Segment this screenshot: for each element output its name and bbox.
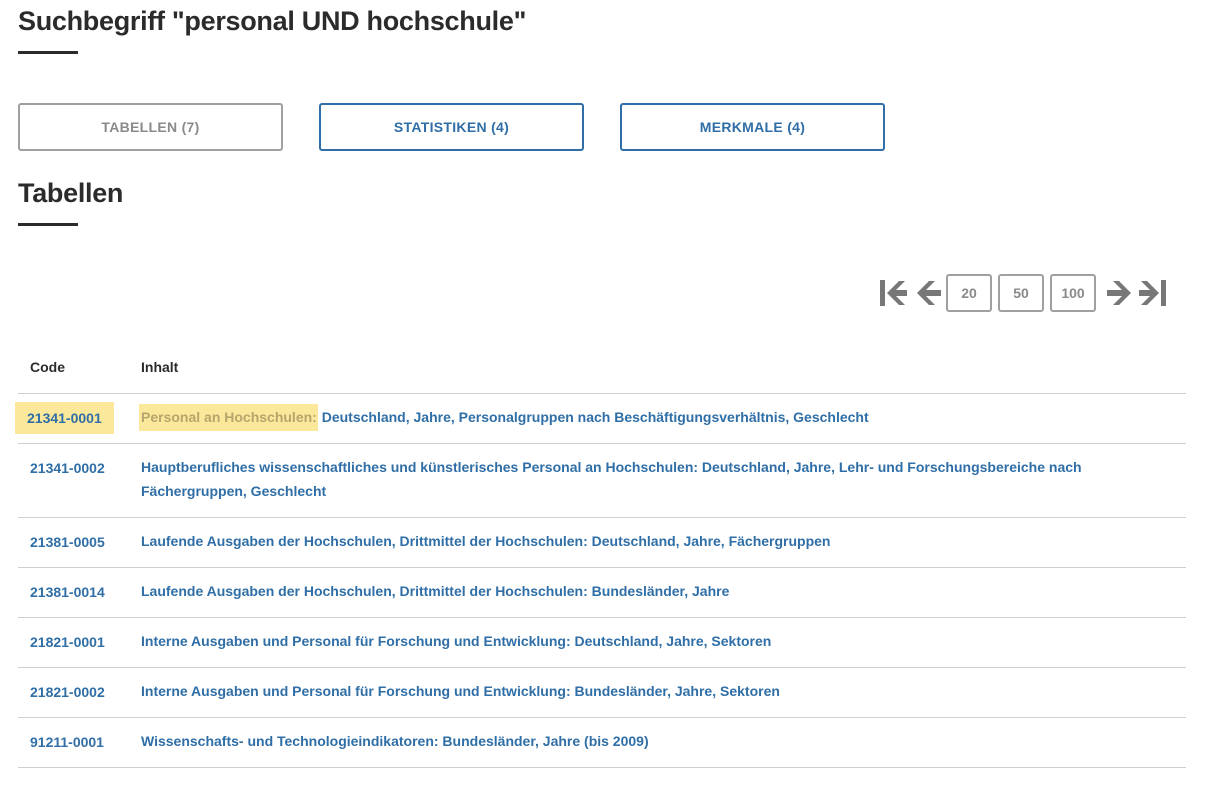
column-header-inhalt: Inhalt [141, 359, 179, 375]
last-page-icon[interactable] [1138, 274, 1170, 312]
page-size-100[interactable]: 100 [1050, 274, 1096, 312]
table-row[interactable]: 21341-0002 Hauptberufliches wissenschaft… [18, 444, 1186, 518]
row-content-rest: Deutschland, Jahre, Personalgruppen nach… [317, 409, 869, 425]
row-code[interactable]: 21381-0005 [30, 534, 105, 550]
row-content[interactable]: Laufende Ausgaben der Hochschulen, Dritt… [141, 529, 1161, 553]
row-code[interactable]: 21341-0002 [30, 460, 105, 476]
previous-page-icon[interactable] [914, 274, 946, 312]
first-page-icon[interactable] [876, 274, 908, 312]
row-code[interactable]: 21821-0001 [30, 634, 105, 650]
row-content[interactable]: Laufende Ausgaben der Hochschulen, Dritt… [141, 579, 1161, 603]
row-content[interactable]: Interne Ausgaben und Personal für Forsch… [141, 629, 1161, 653]
page-size-20[interactable]: 20 [946, 274, 992, 312]
table-header: Code Inhalt [18, 343, 1186, 394]
tab-statistiken[interactable]: STATISTIKEN (4) [319, 103, 584, 151]
table-row[interactable]: 21821-0002 Interne Ausgaben und Personal… [18, 668, 1186, 718]
page-size-50[interactable]: 50 [998, 274, 1044, 312]
row-content[interactable]: Hauptberufliches wissenschaftliches und … [141, 455, 1161, 503]
search-highlight: Personal an Hochschulen: [139, 404, 318, 431]
row-content[interactable]: Personal an Hochschulen: Deutschland, Ja… [139, 404, 1161, 431]
search-title: Suchbegriff "personal UND hochschule" [18, 6, 527, 36]
next-page-icon[interactable] [1102, 274, 1134, 312]
table-row[interactable]: 21821-0001 Interne Ausgaben und Personal… [18, 618, 1186, 668]
row-code[interactable]: 21821-0002 [30, 684, 105, 700]
search-results-page: Suchbegriff "personal UND hochschule" TA… [0, 0, 1218, 787]
row-code[interactable]: 21341-0001 [15, 402, 114, 434]
row-content[interactable]: Interne Ausgaben und Personal für Forsch… [141, 679, 1161, 703]
table-row[interactable]: 21341-0001 Personal an Hochschulen: Deut… [15, 394, 1186, 444]
title-underline [18, 51, 78, 54]
row-code[interactable]: 91211-0001 [30, 734, 104, 750]
section-underline [18, 223, 78, 226]
tab-tabellen[interactable]: TABELLEN (7) [18, 103, 283, 151]
table-row[interactable]: 21381-0014 Laufende Ausgaben der Hochsch… [18, 568, 1186, 618]
tab-merkmale[interactable]: MERKMALE (4) [620, 103, 885, 151]
row-code[interactable]: 21381-0014 [30, 584, 105, 600]
row-content[interactable]: Wissenschafts- und Technologieindikatore… [141, 729, 1161, 753]
table-row[interactable]: 21381-0005 Laufende Ausgaben der Hochsch… [18, 518, 1186, 568]
section-title: Tabellen [18, 178, 124, 208]
column-header-code: Code [30, 359, 65, 375]
table-row[interactable]: 91211-0001 Wissenschafts- und Technologi… [18, 718, 1186, 768]
results-table: Code Inhalt 21341-0001 Personal an Hochs… [15, 343, 1186, 768]
